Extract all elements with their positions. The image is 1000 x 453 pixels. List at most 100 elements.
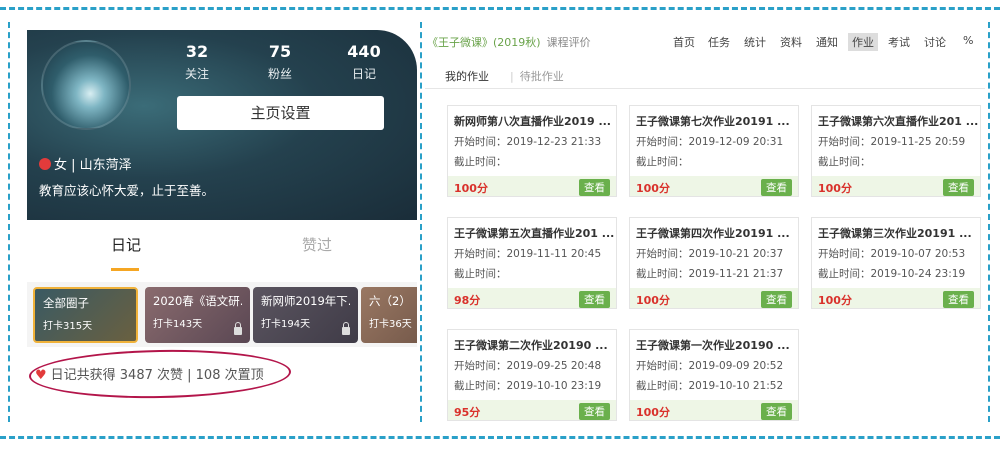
dashed-border-right <box>988 22 990 422</box>
homework-title: 王子微课第二次作业20190 ... <box>454 339 608 352</box>
circle-title: 2020春《语文研... <box>153 294 242 308</box>
mobile-profile-panel: 32 关注 75 粉丝 440 日记 主页设置 女 | 山东菏泽 教育应该心怀大… <box>27 30 417 426</box>
homework-end: 截止时间：2019-10-10 23:19 <box>454 380 602 392</box>
homework-title: 王子微课第六次直播作业201 ... <box>818 115 979 128</box>
homework-start: 开始时间：2019-11-25 20:59 <box>818 136 966 148</box>
stat-diary-label: 日记 <box>351 67 376 81</box>
homework-end: 截止时间：2019-11-21 21:37 <box>636 268 784 280</box>
homework-score: 95分 <box>454 406 481 419</box>
circle-card[interactable]: 2020春《语文研... 打卡143天 <box>145 287 250 343</box>
homework-footer: 95分 查看 <box>448 400 616 420</box>
homework-footer: 100分 查看 <box>630 400 798 420</box>
homework-card[interactable]: 王子微课第二次作业20190 ... 开始时间：2019-09-25 20:48… <box>447 329 617 421</box>
lock-icon <box>342 322 350 335</box>
homework-footer: 100分 查看 <box>812 176 980 196</box>
homework-card[interactable]: 王子微课第七次作业20191 ... 开始时间：2019-12-09 20:31… <box>629 105 799 197</box>
circle-checkin: 打卡194天 <box>261 319 311 330</box>
homework-end: 截止时间： <box>454 268 507 280</box>
avatar[interactable] <box>41 40 131 130</box>
circle-checkin: 打卡143天 <box>153 319 203 330</box>
stat-fans[interactable]: 75 粉丝 <box>250 42 310 82</box>
home-settings-button[interactable]: 主页设置 <box>177 96 384 130</box>
tab-pending-homework[interactable]: 待批作业 <box>510 68 564 84</box>
homework-score: 100分 <box>454 182 488 195</box>
homework-tabs: 我的作业 待批作业 <box>445 68 564 84</box>
homework-footer: 98分 查看 <box>448 288 616 308</box>
homework-score: 100分 <box>636 294 670 307</box>
homework-score: 100分 <box>818 294 852 307</box>
stat-following-count: 32 <box>185 42 209 61</box>
gender-location: 女 | 山东菏泽 <box>39 154 132 173</box>
stat-following[interactable]: 32 关注 <box>167 42 227 82</box>
active-tab-indicator <box>111 268 139 271</box>
nav-stats[interactable]: 统计 <box>744 34 766 50</box>
homework-score: 98分 <box>454 294 481 307</box>
view-button[interactable]: 查看 <box>943 179 974 196</box>
homework-score: 100分 <box>636 406 670 419</box>
nav-tasks[interactable]: 任务 <box>708 34 730 50</box>
homework-start: 开始时间：2019-10-21 20:37 <box>636 248 784 260</box>
nav-notices[interactable]: 通知 <box>816 34 838 50</box>
homework-footer: 100分 查看 <box>812 288 980 308</box>
view-button[interactable]: 查看 <box>579 179 610 196</box>
view-button[interactable]: 查看 <box>761 403 792 420</box>
nav-more-icon[interactable]: % <box>963 34 973 47</box>
view-button[interactable]: 查看 <box>761 291 792 308</box>
homework-start: 开始时间：2019-12-23 21:33 <box>454 136 602 148</box>
homework-card[interactable]: 王子微课第四次作业20191 ... 开始时间：2019-10-21 20:37… <box>629 217 799 309</box>
circle-card[interactable]: 全部圈子 打卡315天 <box>33 287 138 343</box>
homework-end: 截止时间：2019-10-24 23:19 <box>818 268 966 280</box>
view-button[interactable]: 查看 <box>761 179 792 196</box>
homework-footer: 100分 查看 <box>630 176 798 196</box>
homework-start: 开始时间：2019-11-11 20:45 <box>454 248 602 260</box>
nav-home[interactable]: 首页 <box>673 34 695 50</box>
homework-card[interactable]: 王子微课第六次直播作业201 ... 开始时间：2019-11-25 20:59… <box>811 105 981 197</box>
view-button[interactable]: 查看 <box>579 291 610 308</box>
gender-icon <box>39 158 51 170</box>
homework-title: 王子微课第四次作业20191 ... <box>636 227 790 240</box>
dashed-border-top <box>0 7 1000 10</box>
tab-diary[interactable]: 日记 <box>111 234 141 255</box>
circle-card[interactable]: 新网师2019年下... 打卡194天 <box>253 287 358 343</box>
stat-fans-label: 粉丝 <box>267 67 292 81</box>
homework-card[interactable]: 王子微课第五次直播作业201 ... 开始时间：2019-11-11 20:45… <box>447 217 617 309</box>
circle-card[interactable]: 六（2） 打卡36天 <box>361 287 417 343</box>
circle-checkin: 打卡36天 <box>369 319 412 330</box>
tab-divider <box>425 88 985 89</box>
gender-location-text: 女 | 山东菏泽 <box>54 158 132 173</box>
dashed-border-left <box>8 22 10 422</box>
homework-start: 开始时间：2019-12-09 20:31 <box>636 136 784 148</box>
homework-panel: 《王子微课》(2019秋) 课程评价 首页 任务 统计 资料 通知 作业 考试 讨… <box>425 24 985 424</box>
circle-title: 全部圈子 <box>43 296 89 310</box>
profile-tabs: 日记 赞过 <box>27 220 417 275</box>
nav-discussion[interactable]: 讨论 <box>924 34 946 50</box>
homework-start: 开始时间：2019-09-09 20:52 <box>636 360 784 372</box>
homework-end: 截止时间： <box>818 156 871 168</box>
tab-liked[interactable]: 赞过 <box>302 234 332 255</box>
homework-title: 王子微课第五次直播作业201 ... <box>454 227 615 240</box>
homework-footer: 100分 查看 <box>630 288 798 308</box>
circle-checkin: 打卡315天 <box>43 321 93 332</box>
homework-card[interactable]: 王子微课第一次作业20190 ... 开始时间：2019-09-09 20:52… <box>629 329 799 421</box>
course-evaluation-link[interactable]: 课程评价 <box>547 36 591 49</box>
homework-footer: 100分 查看 <box>448 176 616 196</box>
nav-homework[interactable]: 作业 <box>848 33 878 51</box>
homework-score: 100分 <box>636 182 670 195</box>
view-button[interactable]: 查看 <box>579 403 610 420</box>
stat-diary[interactable]: 440 日记 <box>334 42 394 82</box>
dashed-border-bottom <box>0 436 1000 439</box>
view-button[interactable]: 查看 <box>943 291 974 308</box>
homework-end: 截止时间： <box>454 156 507 168</box>
tab-my-homework[interactable]: 我的作业 <box>445 70 489 83</box>
stat-diary-count: 440 <box>347 42 381 61</box>
homework-title: 王子微课第七次作业20191 ... <box>636 115 790 128</box>
profile-header: 32 关注 75 粉丝 440 日记 主页设置 女 | 山东菏泽 教育应该心怀大… <box>27 30 417 220</box>
course-title[interactable]: 《王子微课》(2019秋) <box>427 36 541 49</box>
homework-card[interactable]: 新网师第八次直播作业2019 ... 开始时间：2019-12-23 21:33… <box>447 105 617 197</box>
nav-exam[interactable]: 考试 <box>888 34 910 50</box>
nav-materials[interactable]: 资料 <box>780 34 802 50</box>
homework-end: 截止时间：2019-10-10 21:52 <box>636 380 784 392</box>
homework-card[interactable]: 王子微课第三次作业20191 ... 开始时间：2019-10-07 20:53… <box>811 217 981 309</box>
homework-title: 王子微课第三次作业20191 ... <box>818 227 972 240</box>
circle-title: 六（2） <box>369 294 411 308</box>
